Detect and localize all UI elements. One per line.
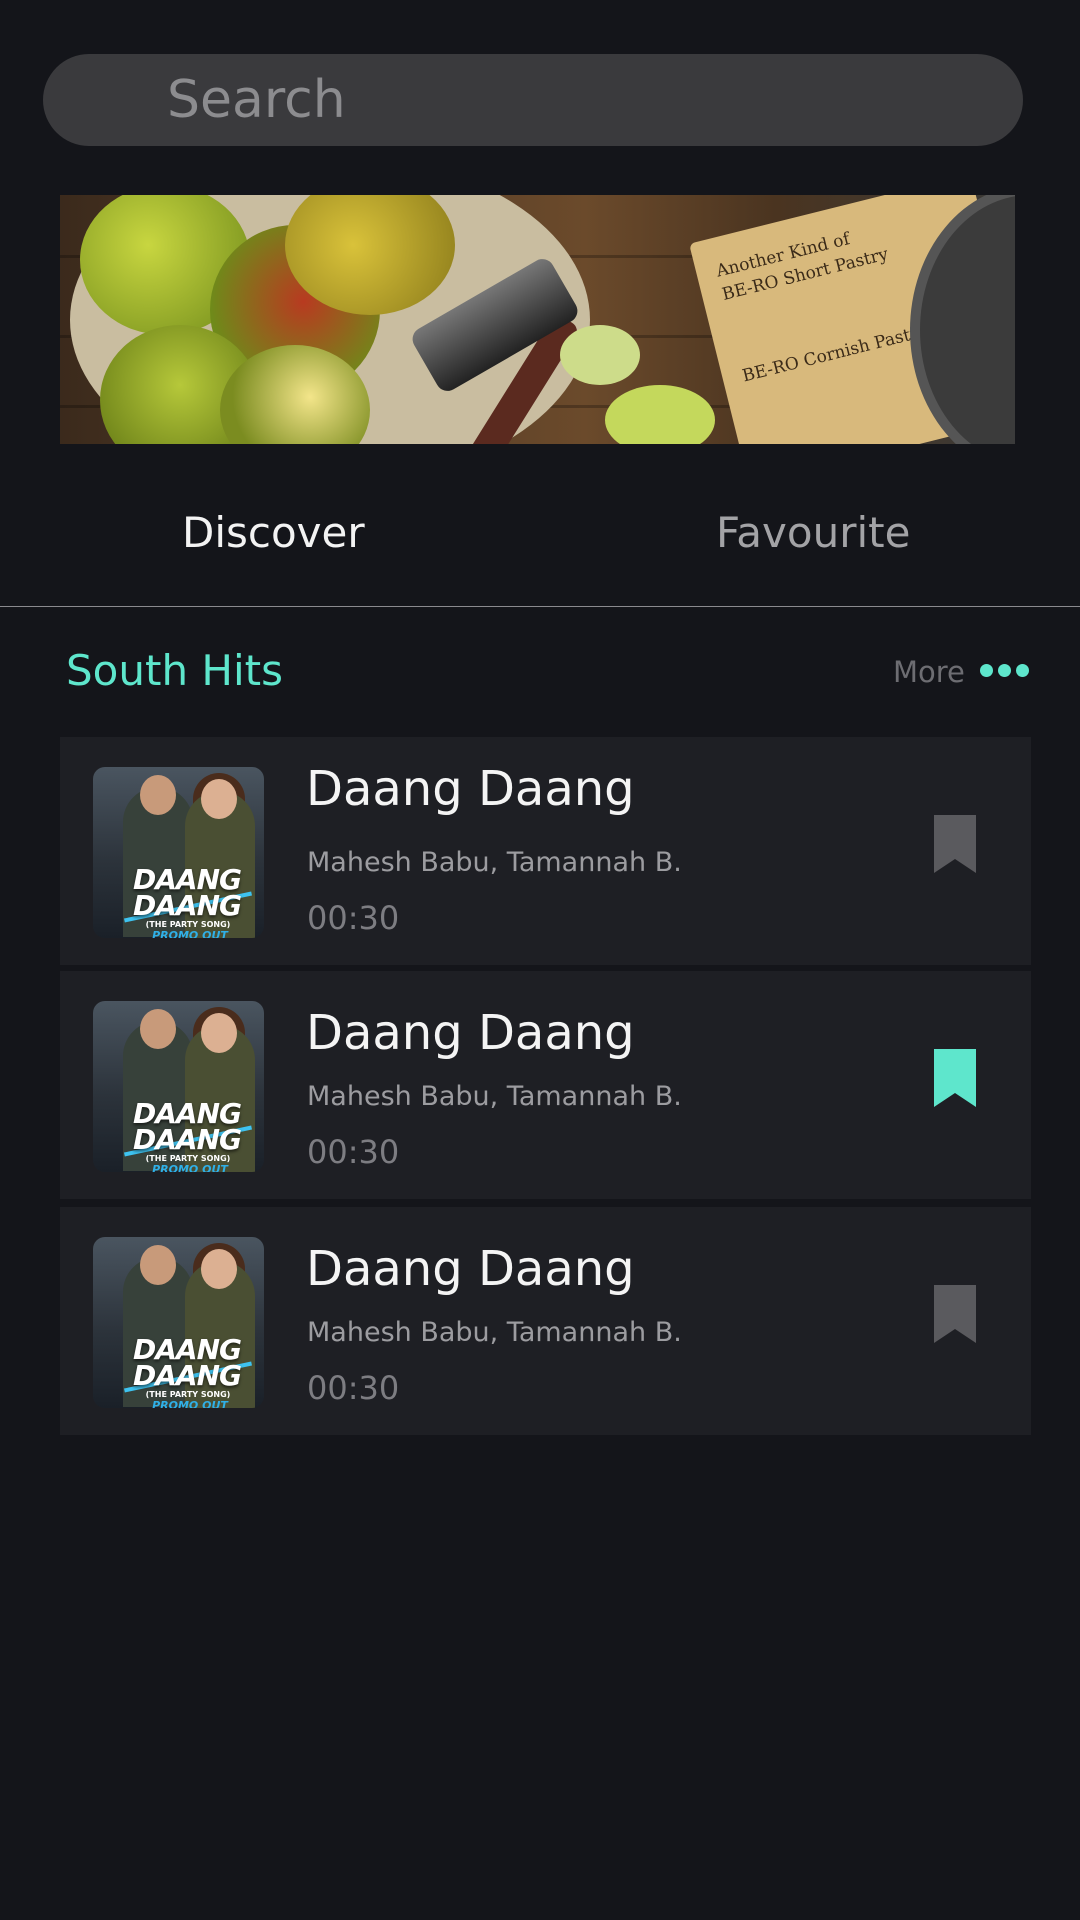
- apple-peel: [560, 325, 640, 385]
- search-input[interactable]: [167, 70, 947, 130]
- song-artists: Mahesh Babu, Tamannah B.: [307, 1317, 682, 1348]
- song-duration: 00:30: [307, 1133, 400, 1171]
- tab-bar: Discover Favourite: [0, 470, 1080, 607]
- song-duration: 00:30: [307, 1369, 400, 1407]
- album-art: DAANGDAANG (THE PARTY SONG) PROMO OUT NO…: [93, 1001, 264, 1172]
- bookmark-icon[interactable]: [934, 1049, 976, 1107]
- banner-image[interactable]: Another Kind of BE-RO Short Pastry BE-RO…: [60, 195, 1015, 444]
- song-card[interactable]: DAANGDAANG (THE PARTY SONG) PROMO OUT NO…: [60, 1207, 1031, 1435]
- bookmark-icon[interactable]: [934, 815, 976, 873]
- section-title: South Hits: [66, 646, 284, 695]
- apple-peel: [605, 385, 715, 444]
- book-text: Another Kind of BE-RO Short Pastry BE-RO…: [714, 229, 936, 387]
- song-artists: Mahesh Babu, Tamannah B.: [307, 1081, 682, 1112]
- bookmark-icon[interactable]: [934, 1285, 976, 1343]
- song-card[interactable]: DAANGDAANG (THE PARTY SONG) PROMO OUT NO…: [60, 971, 1031, 1199]
- song-title: Daang Daang: [306, 761, 635, 817]
- tab-discover[interactable]: Discover: [182, 508, 365, 557]
- album-art: DAANGDAANG (THE PARTY SONG) PROMO OUT NO…: [93, 767, 264, 938]
- song-title: Daang Daang: [306, 1005, 635, 1061]
- album-art: DAANGDAANG (THE PARTY SONG) PROMO OUT NO…: [93, 1237, 264, 1408]
- song-duration: 00:30: [307, 899, 400, 937]
- song-title: Daang Daang: [306, 1241, 635, 1297]
- more-dots-icon[interactable]: [980, 664, 1029, 677]
- tab-favourite[interactable]: Favourite: [716, 508, 910, 557]
- song-card[interactable]: DAANGDAANG (THE PARTY SONG) PROMO OUT NO…: [60, 737, 1031, 965]
- search-bar[interactable]: [43, 54, 1023, 146]
- more-link[interactable]: More: [893, 655, 965, 689]
- song-artists: Mahesh Babu, Tamannah B.: [307, 847, 682, 878]
